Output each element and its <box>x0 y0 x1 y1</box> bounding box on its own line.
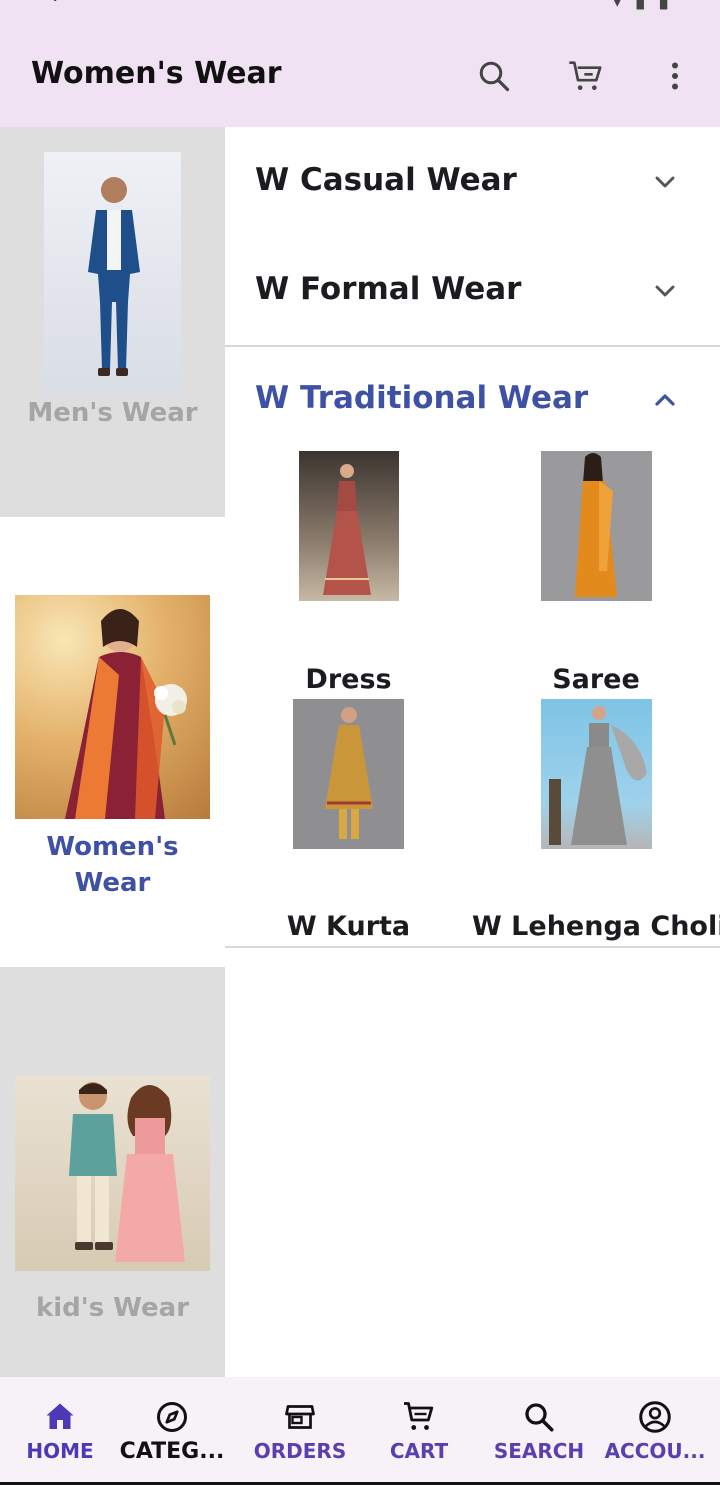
status-icons: ▾ ▮ ▮ <box>612 0 672 12</box>
subcategory-panel: W Casual Wear W Formal Wear W Traditiona… <box>225 127 720 1377</box>
status-bar: · ▾ ▮ ▮ <box>0 0 720 14</box>
store-icon <box>280 1397 320 1437</box>
app-bar: Women's Wear <box>0 14 720 127</box>
womens-wear-image <box>15 595 210 819</box>
bottom-navigation: HOME CATEG... ORDERS CART SEARCH ACCOU..… <box>0 1377 720 1485</box>
kurta-image <box>293 699 404 849</box>
kids-wear-image <box>15 1076 210 1271</box>
cart-button[interactable] <box>564 54 608 98</box>
saree-image <box>541 451 652 601</box>
section-divider <box>225 345 720 347</box>
search-button[interactable] <box>472 54 516 98</box>
lehenga-image <box>541 699 652 849</box>
subcategory-w-lehenga-choli[interactable]: W Lehenga Choli <box>472 699 720 949</box>
chevron-down-icon <box>655 176 675 188</box>
nav-label: CART <box>389 1439 449 1463</box>
nav-label: ACCOU... <box>604 1439 706 1463</box>
chevron-up-icon <box>655 394 675 406</box>
subcategory-label: Saree <box>552 664 640 695</box>
status-time: · <box>52 0 59 12</box>
dress-image <box>299 451 399 601</box>
home-icon <box>40 1397 80 1437</box>
chevron-down-icon <box>655 285 675 297</box>
category-womens-wear[interactable]: Women's Wear <box>0 517 225 967</box>
section-title: W Formal Wear <box>255 271 522 307</box>
subcategory-label: W Lehenga Choli <box>472 911 720 942</box>
nav-label: ORDERS <box>253 1439 347 1463</box>
category-label: Men's Wear <box>27 398 198 428</box>
nav-account[interactable]: ACCOU... <box>595 1377 715 1485</box>
section-traditional-wear[interactable]: W Traditional Wear <box>225 360 720 440</box>
section-divider <box>225 946 720 948</box>
nav-label: CATEG... <box>119 1439 225 1464</box>
nav-home[interactable]: HOME <box>0 1377 120 1485</box>
category-sidebar: Men's Wear Women's Wear kid's Wear <box>0 127 225 1377</box>
nav-label: HOME <box>26 1439 94 1463</box>
nav-search[interactable]: SEARCH <box>479 1377 599 1485</box>
section-casual-wear[interactable]: W Casual Wear <box>225 142 720 222</box>
mens-wear-image <box>44 152 181 396</box>
section-formal-wear[interactable]: W Formal Wear <box>225 251 720 331</box>
more-options-button[interactable] <box>653 54 697 98</box>
more-vert-icon <box>672 62 678 90</box>
subcategory-label: W Kurta <box>286 911 411 942</box>
nav-categories[interactable]: CATEG... <box>112 1377 232 1485</box>
compass-icon <box>152 1397 192 1437</box>
account-icon <box>635 1397 675 1437</box>
cart-icon <box>399 1397 439 1437</box>
section-title: W Traditional Wear <box>255 380 589 416</box>
cart-icon <box>569 61 602 90</box>
nav-orders[interactable]: ORDERS <box>240 1377 360 1485</box>
category-kids-wear[interactable]: kid's Wear <box>0 967 225 1377</box>
search-icon <box>519 1397 559 1437</box>
subcategory-dress[interactable]: Dress <box>225 451 472 697</box>
nav-cart[interactable]: CART <box>359 1377 479 1485</box>
category-mens-wear[interactable]: Men's Wear <box>0 127 225 517</box>
nav-label: SEARCH <box>493 1439 585 1463</box>
category-label: kid's Wear <box>35 1293 190 1323</box>
search-icon <box>479 61 510 92</box>
section-title: W Casual Wear <box>255 162 517 198</box>
page-title: Women's Wear <box>31 56 282 91</box>
category-label: Women's Wear <box>46 832 179 898</box>
subcategory-saree[interactable]: Saree <box>472 451 720 697</box>
subcategory-label: Dress <box>305 664 392 695</box>
subcategory-w-kurta[interactable]: W Kurta <box>225 699 472 949</box>
